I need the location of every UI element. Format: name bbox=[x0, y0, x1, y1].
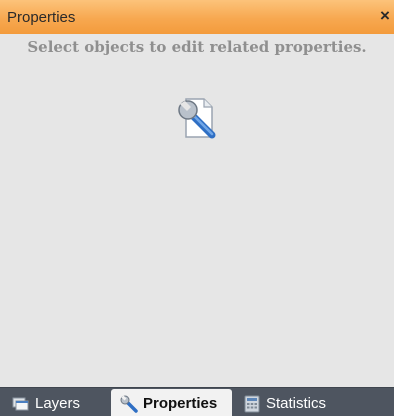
properties-panel: Properties × Select objects to edit rela… bbox=[0, 0, 394, 416]
layers-icon bbox=[12, 397, 29, 411]
panel-title: Properties bbox=[7, 9, 76, 26]
tab-statistics[interactable]: Statistics bbox=[234, 389, 364, 416]
close-button[interactable]: × bbox=[378, 6, 392, 26]
panel-tab-strip: Layers Properties Statistics bbox=[0, 387, 394, 416]
tab-layers-label: Layers bbox=[35, 395, 81, 412]
tab-properties-label: Properties bbox=[143, 395, 218, 412]
tab-layers[interactable]: Layers bbox=[3, 389, 111, 416]
panel-title-bar: Properties × bbox=[0, 0, 394, 34]
wrench-document-icon bbox=[178, 98, 216, 139]
calculator-icon bbox=[244, 395, 260, 413]
empty-selection-hint: Select objects to edit related propertie… bbox=[27, 38, 367, 56]
tab-properties[interactable]: Properties bbox=[111, 389, 232, 416]
wrench-icon bbox=[120, 395, 138, 413]
tab-statistics-label: Statistics bbox=[266, 395, 327, 412]
